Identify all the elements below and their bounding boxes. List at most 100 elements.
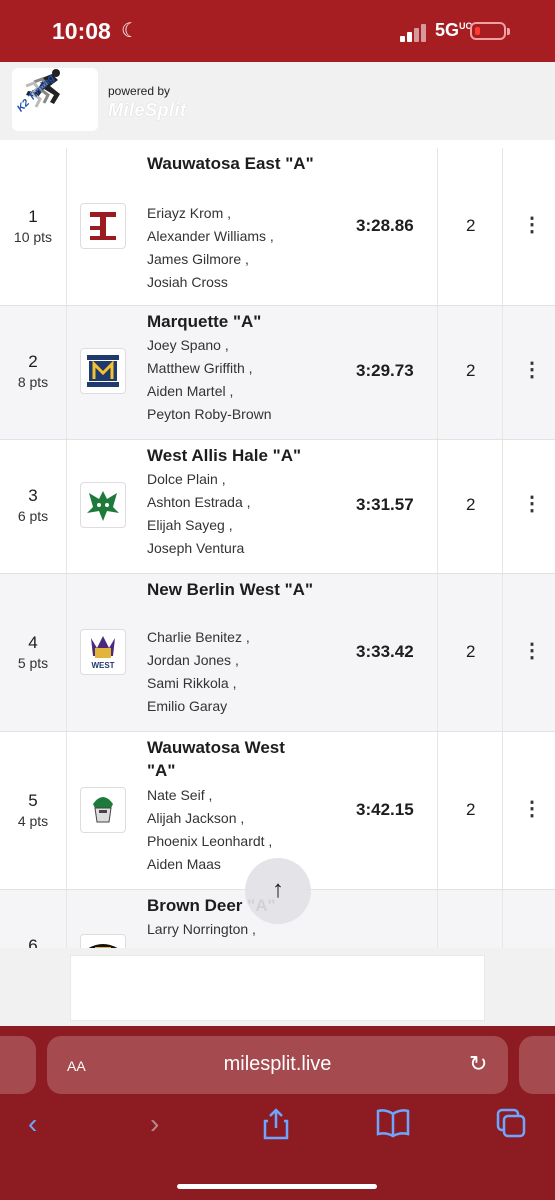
athlete-name[interactable]: Joseph Ventura [147,537,337,560]
svg-text:WEST: WEST [91,661,114,670]
athlete-name[interactable]: Sami Rikkola , [147,672,337,695]
heat-number: 2 [466,361,476,380]
arrow-up-icon: ↑ [272,876,284,903]
athlete-name[interactable]: Dolce Plain , [147,468,337,491]
athlete-list: Nate Seif , Alijah Jackson , Phoenix Leo… [147,784,337,876]
battery-nub [507,28,510,35]
athlete-list: Larry Norrington , [147,918,337,941]
athlete-name[interactable]: Charlie Benitez , [147,626,337,649]
place-number: 6 [28,936,38,948]
result-time: 3:31.57 [356,495,414,514]
athlete-name[interactable]: Aiden Maas [147,853,337,876]
powered-by-label: powered by [108,84,171,98]
athlete-name[interactable]: Eriayz Krom , [147,202,337,225]
team-name[interactable]: Wauwatosa East "A" [147,152,317,175]
place-number: 4 [28,633,38,652]
result-time: 3:42.15 [356,800,414,819]
home-indicator [177,1184,377,1189]
athlete-list: Dolce Plain , Ashton Estrada , Elijah Sa… [147,468,337,560]
result-time: 3:28.86 [356,216,414,235]
place-number: 1 [28,207,38,226]
table-row: 3 6 pts West Allis Hale "A" Dolce Plain … [0,440,555,574]
athlete-name[interactable]: Josiah Cross [147,271,337,294]
place-number: 2 [28,352,38,371]
tabs-icon[interactable] [496,1108,526,1145]
more-options-icon[interactable]: ⋮ [522,491,542,516]
battery-icon [470,22,506,40]
team-name[interactable]: New Berlin West "A" [147,578,317,601]
result-time: 3:29.73 [356,361,414,380]
table-row: 2 8 pts Marquette "A" Joey Spano , Matth… [0,306,555,440]
place-cell: 1 10 pts [0,207,66,245]
heat-number: 2 [466,495,476,514]
place-points: 10 pts [13,229,53,245]
athlete-name[interactable]: Phoenix Leonhardt , [147,830,337,853]
place-cell: 5 4 pts [0,791,66,829]
athlete-name[interactable]: Aiden Martel , [147,380,337,403]
more-options-icon[interactable]: ⋮ [522,212,542,237]
address-bar[interactable]: AA milesplit.live ↻ [47,1036,508,1094]
athlete-name[interactable]: Elijah Sayeg , [147,514,337,537]
athlete-name[interactable]: Matthew Griffith , [147,357,337,380]
place-points: 5 pts [17,655,49,671]
results-table: 1 10 pts Wauwatosa East "A" Eriayz Krom … [0,148,555,948]
reload-icon[interactable]: ↻ [469,1051,487,1077]
place-cell: 2 8 pts [0,352,66,390]
team-logo-west-allis-hale [80,482,126,528]
athlete-name[interactable]: Jordan Jones , [147,649,337,672]
athlete-name[interactable]: James Gilmore , [147,248,337,271]
heat-number: 2 [466,642,476,661]
scroll-to-top-button[interactable]: ↑ [245,858,311,924]
place-points: 6 pts [17,508,49,524]
status-time: 10:08 [52,18,111,44]
athlete-name[interactable]: Alexander Williams , [147,225,337,248]
place-points: 8 pts [17,374,49,390]
heat-number: 2 [466,216,476,235]
site-header: K2 Timing powered by MileSplit [0,62,555,140]
ad-slot[interactable] [70,955,485,1021]
url-text[interactable]: milesplit.live [47,1053,508,1076]
athlete-list: Charlie Benitez , Jordan Jones , Sami Ri… [147,626,337,718]
result-time: 3:33.42 [356,642,414,661]
share-icon[interactable] [262,1108,290,1147]
k2-timing-logo[interactable]: K2 Timing [12,68,98,131]
athlete-name[interactable]: Nate Seif , [147,784,337,807]
place-cell: 4 5 pts [0,633,66,671]
athlete-list: Joey Spano , Matthew Griffith , Aiden Ma… [147,334,337,426]
more-options-icon[interactable]: ⋮ [522,638,542,663]
forward-icon[interactable]: › [150,1108,159,1140]
place-number: 5 [28,791,38,810]
more-options-icon[interactable]: ⋮ [522,357,542,382]
athlete-name[interactable]: Ashton Estrada , [147,491,337,514]
athlete-name[interactable]: Joey Spano , [147,334,337,357]
previous-tab-preview[interactable] [0,1036,36,1094]
network-label: 5GUC [435,20,473,40]
more-options-icon[interactable]: ⋮ [522,796,542,821]
next-tab-preview[interactable] [519,1036,555,1094]
athlete-name[interactable]: Larry Norrington , [147,918,337,941]
table-row: 4 5 pts WEST New Berlin West "A" Charlie… [0,574,555,732]
team-name[interactable]: Wauwatosa West "A" [147,736,317,782]
team-name[interactable]: Marquette "A" [147,310,317,333]
heat-number: 2 [466,800,476,819]
place-points: 4 pts [17,813,49,829]
back-icon[interactable]: ‹ [28,1108,37,1140]
team-logo-marquette [80,348,126,394]
athlete-name[interactable]: Peyton Roby-Brown [147,403,337,426]
place-cell: 6 [0,936,66,948]
signal-icon [400,22,430,42]
status-bar: 10:08 ☾ 5GUC [0,0,555,62]
team-logo-tosa-west [80,787,126,833]
team-logo-tosa-east [80,203,126,249]
team-logo-new-berlin-west: WEST [80,629,126,675]
team-logo-brown-deer [80,934,126,948]
milesplit-brand[interactable]: MileSplit [108,100,187,121]
athlete-name[interactable]: Emilio Garay [147,695,337,718]
athlete-name[interactable]: Alijah Jackson , [147,807,337,830]
athlete-list: Eriayz Krom , Alexander Williams , James… [147,202,337,294]
bookmarks-icon[interactable] [376,1108,410,1145]
team-name[interactable]: West Allis Hale "A" [147,444,317,467]
place-number: 3 [28,486,38,505]
moon-icon: ☾ [121,20,139,42]
table-row: 1 10 pts Wauwatosa East "A" Eriayz Krom … [0,148,555,306]
